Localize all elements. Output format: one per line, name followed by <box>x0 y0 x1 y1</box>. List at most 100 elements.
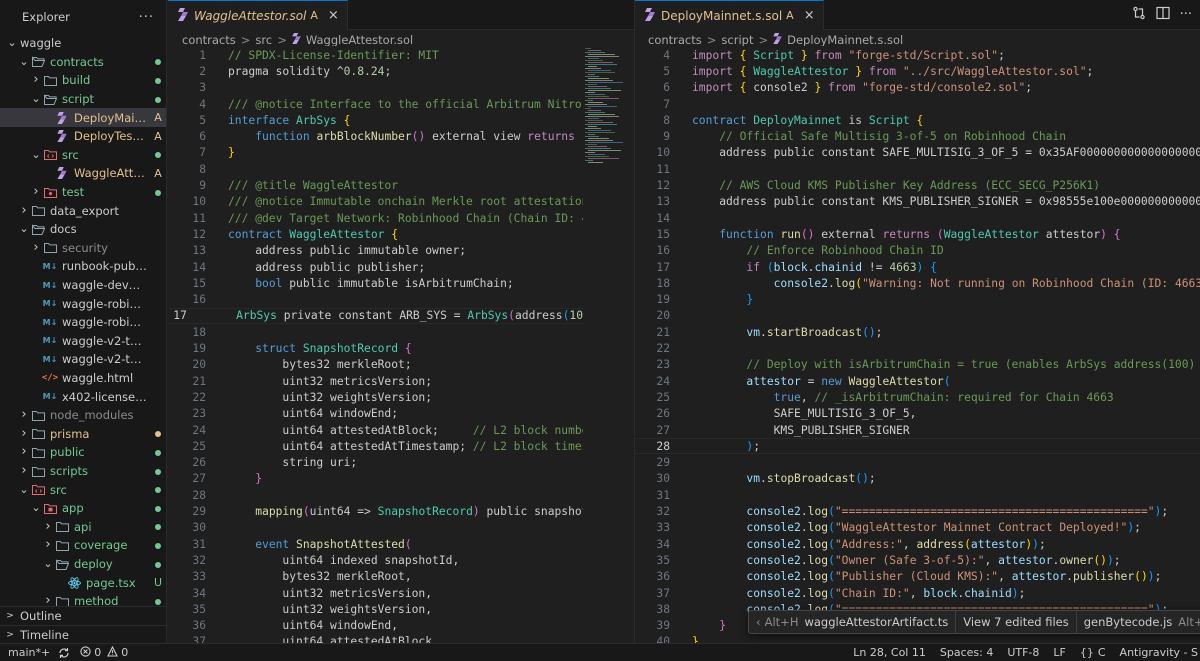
tree-folder[interactable]: ⌄ contracts <box>0 53 166 72</box>
right-code-editor[interactable]: 4 import { Script } from "forge-std/Scrip… <box>635 46 1200 643</box>
code-line[interactable]: 9 // Official Safe Multisig 3-of-5 on Ro… <box>635 129 1066 145</box>
code-line[interactable]: 5 interface ArbSys { <box>168 112 350 128</box>
outline-section[interactable]: > Outline <box>0 606 166 625</box>
code-line[interactable]: 23 uint64 windowEnd; <box>168 406 398 422</box>
code-line[interactable]: 19 struct SnapshotRecord { <box>168 340 411 356</box>
tree-file[interactable]: M↓ waggle-devbrief (1).md <box>0 276 166 295</box>
code-line[interactable]: 25 true, // _isArbitrumChain: required f… <box>635 389 1113 405</box>
code-line[interactable]: 10 address public constant SAFE_MULTISIG… <box>635 145 1200 161</box>
code-line[interactable]: 31 event SnapshotAttested( <box>168 536 411 552</box>
line-ending[interactable]: LF <box>1053 646 1065 659</box>
tree-folder[interactable]: › scripts <box>0 462 166 481</box>
code-line[interactable]: 8 contract DeployMainnet is Script { <box>635 112 923 128</box>
tree-file[interactable]: M↓ waggle-robinhood-m... <box>0 294 166 313</box>
code-line[interactable]: 12 contract WaggleAttestor { <box>168 226 398 242</box>
code-line[interactable]: 18 <box>168 324 228 340</box>
breadcrumb-item[interactable]: WaggleAttestor.sol <box>306 33 413 47</box>
sync-icon[interactable] <box>58 647 70 659</box>
code-line[interactable]: 39 } <box>635 618 726 634</box>
tree-file[interactable]: M↓ waggle-v2-testing-pl... <box>0 350 166 369</box>
code-line[interactable]: 11 <box>635 161 692 177</box>
code-line[interactable]: 33 console2.log("WaggleAttestor Mainnet … <box>635 520 1141 536</box>
code-line[interactable]: 36 uint64 windowEnd, <box>168 618 398 634</box>
code-line[interactable]: 3 <box>168 80 228 96</box>
breadcrumb-item[interactable]: DeployMainnet.s.sol <box>787 33 903 47</box>
code-line[interactable]: 37 console2.log("Chain ID:", block.chain… <box>635 585 1025 601</box>
code-line[interactable]: 21 uint32 metricsVersion; <box>168 373 432 389</box>
left-code-editor[interactable]: 1 // SPDX-License-Identifier: MIT 2 pragma … <box>168 46 583 643</box>
code-line[interactable]: 9 /// @title WaggleAttestor <box>168 177 398 193</box>
tree-folder[interactable]: ⌄ src <box>0 146 166 165</box>
code-line[interactable]: 29 <box>635 455 692 471</box>
code-line[interactable]: 28 <box>168 487 228 503</box>
code-line[interactable]: 36 console2.log("Publisher (Cloud KMS):"… <box>635 569 1161 585</box>
code-line[interactable]: 19 } <box>635 292 753 308</box>
breadcrumb-item[interactable]: contracts <box>182 33 236 47</box>
code-line[interactable]: 15 function run() external returns (Wagg… <box>635 226 1120 242</box>
view-edited-files-button[interactable]: View 7 edited files <box>956 611 1077 633</box>
code-line[interactable]: 17 ArbSys private constant ARB_SYS = Arb… <box>168 308 583 324</box>
code-line[interactable]: 20 <box>635 308 692 324</box>
code-line[interactable]: 32 uint64 indexed snapshotId, <box>168 552 459 568</box>
code-line[interactable]: 17 if (block.chainid != 4663) { <box>635 259 937 275</box>
tree-folder[interactable]: › coverage <box>0 536 166 555</box>
code-line[interactable]: 29 mapping(uint64 => SnapshotRecord) pub… <box>168 503 583 519</box>
code-line[interactable]: 18 console2.log("Warning: Not running on… <box>635 275 1200 291</box>
breadcrumb-item[interactable]: src <box>255 33 272 47</box>
code-line[interactable]: 35 console2.log("Owner (Safe 3-of-5):", … <box>635 552 1120 568</box>
code-line[interactable]: 30 vm.stopBroadcast(); <box>635 471 875 487</box>
code-line[interactable]: 32 console2.log("=======================… <box>635 503 1168 519</box>
code-line[interactable]: 24 attestor = new WaggleAttestor( <box>635 373 950 389</box>
code-line[interactable]: 34 console2.log("Address:", address(atte… <box>635 536 1045 552</box>
tree-folder[interactable]: › data_export <box>0 201 166 220</box>
code-line[interactable]: 7 <box>635 96 692 112</box>
code-line[interactable]: 33 bytes32 merkleRoot, <box>168 569 411 585</box>
tree-file[interactable]: WaggleAttestor.sol A <box>0 164 166 183</box>
code-line[interactable]: 27 KMS_PUBLISHER_SIGNER <box>635 422 909 438</box>
code-line[interactable]: 16 <box>168 292 228 308</box>
indentation[interactable]: Spaces: 4 <box>940 646 993 659</box>
code-line[interactable]: 13 address public immutable owner; <box>168 243 466 259</box>
tab-waggleattestor[interactable]: WaggleAttestor.sol A × <box>168 0 348 30</box>
code-line[interactable]: 15 bool public immutable isArbitrumChain… <box>168 275 513 291</box>
code-line[interactable]: 28 ); <box>635 438 1200 454</box>
tree-file[interactable]: page.tsx U <box>0 573 166 592</box>
code-line[interactable]: 5 import { WaggleAttestor } from "../src/… <box>635 63 1093 79</box>
timeline-section[interactable]: > Timeline <box>0 625 166 643</box>
tree-file[interactable]: DeployMainnet.s.sol A <box>0 108 166 127</box>
tree-folder[interactable]: › test <box>0 183 166 202</box>
code-line[interactable]: 4 /// @notice Interface to the official A… <box>168 96 583 112</box>
tree-folder[interactable]: ⌄ app <box>0 499 166 518</box>
tree-file[interactable]: M↓ x402-license-review.... <box>0 387 166 406</box>
code-line[interactable]: 21 vm.startBroadcast(); <box>635 324 882 340</box>
code-line[interactable]: 26 string uri; <box>168 455 357 471</box>
code-line[interactable]: 31 <box>635 487 692 503</box>
code-line[interactable]: 2 pragma solidity ^0.8.24; <box>168 63 391 79</box>
code-line[interactable]: 35 uint32 weightsVersion, <box>168 601 432 617</box>
code-line[interactable]: 6 function arbBlockNumber() external vie… <box>168 129 583 145</box>
code-line[interactable]: 24 uint64 attestedAtBlock; // L2 block n… <box>168 422 583 438</box>
code-line[interactable]: 20 bytes32 merkleRoot; <box>168 357 411 373</box>
code-line[interactable]: 25 uint64 attestedAtTimestamp; // L2 blo… <box>168 438 583 454</box>
tree-folder[interactable]: ⌄ docs <box>0 220 166 239</box>
breadcrumb-item[interactable]: contracts <box>648 33 702 47</box>
compare-changes-icon[interactable] <box>1132 5 1146 24</box>
code-line[interactable]: 4 import { Script } from "forge-std/Scrip… <box>635 47 1005 63</box>
close-icon[interactable]: × <box>804 8 815 23</box>
close-icon[interactable]: × <box>328 8 339 23</box>
tree-folder[interactable]: ⌄ deploy <box>0 555 166 574</box>
code-line[interactable]: 10 /// @notice Immutable onchain Merkle r… <box>168 194 583 210</box>
tree-file[interactable]: M↓ waggle-robinhood-m... <box>0 313 166 332</box>
popup-next[interactable]: genBytecode.js Alt+L › <box>1077 611 1200 633</box>
code-line[interactable]: 22 <box>635 340 692 356</box>
code-line[interactable]: 1 // SPDX-License-Identifier: MIT <box>168 47 439 63</box>
tree-folder[interactable]: ⌄ waggle <box>0 34 166 53</box>
tree-file[interactable]: M↓ runbook-publisher-c... <box>0 257 166 276</box>
code-line[interactable]: 11 /// @dev Target Network: Robinhood Cha… <box>168 210 583 226</box>
tree-folder[interactable]: › node_modules <box>0 406 166 425</box>
tree-folder[interactable]: ⌄ script <box>0 90 166 109</box>
code-line[interactable]: 14 address public publisher; <box>168 259 425 275</box>
code-line[interactable]: 34 uint32 metricsVersion, <box>168 585 432 601</box>
tree-file[interactable]: DeployTestnet.s.sol A <box>0 127 166 146</box>
branch-indicator[interactable]: main*+ <box>8 646 50 659</box>
